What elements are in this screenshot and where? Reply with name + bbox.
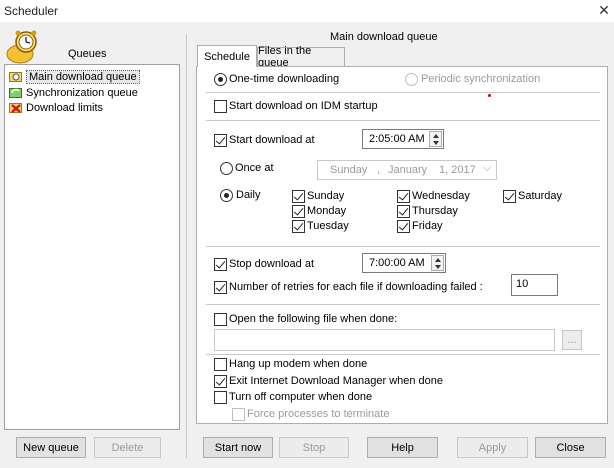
turn-off-checkbox[interactable]: [214, 391, 227, 404]
day-checkbox-thursday[interactable]: [397, 205, 410, 218]
queue-sync-icon: [9, 87, 23, 99]
stop-time-spinner[interactable]: [431, 255, 444, 271]
periodic-radio[interactable]: [405, 73, 418, 86]
spin-up-icon: [433, 134, 439, 138]
day-label-sunday: Sunday: [307, 190, 345, 202]
queue-main-icon: [9, 71, 23, 83]
date-day-year: 1, 2017: [439, 164, 476, 176]
indicator-dot: [488, 94, 491, 97]
spin-down-icon: [435, 265, 441, 269]
tab-files-in-queue[interactable]: Files in the queue: [257, 45, 345, 69]
stop-download-at-checkbox[interactable]: [214, 258, 227, 271]
turn-off-label: Turn off computer when done: [229, 391, 373, 403]
start-on-startup-label: Start download on IDM startup: [229, 100, 378, 112]
list-item-label: Main download queue: [26, 69, 140, 84]
spin-down-icon: [433, 141, 439, 145]
stop-button[interactable]: Stop: [279, 437, 349, 458]
one-time-label: One-time downloading: [229, 73, 340, 85]
force-terminate-label: Force processes to terminate: [247, 408, 390, 420]
divider: [206, 246, 600, 247]
retries-checkbox[interactable]: [214, 281, 227, 294]
start-time-spinner[interactable]: [429, 131, 442, 147]
open-file-checkbox[interactable]: [214, 313, 227, 326]
spin-up-icon: [435, 258, 441, 262]
title-bar: Scheduler ✕: [0, 0, 614, 22]
stop-time-input[interactable]: 7:00:00 AM: [362, 253, 446, 273]
date-separator: ,: [377, 164, 381, 176]
open-file-label: Open the following file when done:: [229, 313, 398, 325]
new-queue-button[interactable]: New queue: [16, 437, 86, 458]
help-button[interactable]: Help: [367, 437, 438, 458]
list-item-label: Synchronization queue: [26, 86, 138, 99]
day-checkbox-wednesday[interactable]: [397, 190, 410, 203]
window-title: Scheduler: [4, 4, 59, 18]
force-terminate-checkbox[interactable]: [232, 408, 245, 421]
browse-button[interactable]: ...: [562, 330, 582, 350]
start-time-input[interactable]: 2:05:00 AM: [362, 129, 444, 149]
daily-label: Daily: [236, 189, 261, 201]
start-download-at-label: Start download at: [229, 134, 315, 146]
open-file-path-input[interactable]: [214, 329, 555, 351]
start-on-startup-checkbox[interactable]: [214, 100, 227, 113]
tab-schedule[interactable]: Schedule: [197, 45, 257, 67]
queue-list[interactable]: Main download queue Synchronization queu…: [4, 64, 180, 430]
list-item-label: Download limits: [26, 101, 104, 114]
queues-label: Queues: [68, 48, 107, 60]
start-now-button[interactable]: Start now: [203, 437, 273, 458]
divider: [206, 354, 600, 355]
download-limits-icon: [9, 102, 23, 114]
pane-divider: [186, 34, 187, 458]
close-icon[interactable]: ✕: [596, 2, 612, 18]
day-checkbox-tuesday[interactable]: [292, 220, 305, 233]
close-button[interactable]: Close: [535, 437, 606, 458]
retries-label: Number of retries for each file if downl…: [229, 281, 483, 293]
queue-title: Main download queue: [330, 31, 438, 43]
day-checkbox-sunday[interactable]: [292, 190, 305, 203]
date-day: Sunday: [330, 164, 368, 176]
day-label-wednesday: Wednesday: [412, 190, 470, 202]
hang-up-checkbox[interactable]: [214, 358, 227, 371]
once-at-date-picker[interactable]: Sunday , January 1, 2017 ⌵: [317, 160, 497, 180]
date-month: January: [388, 164, 428, 176]
list-item-download-limits[interactable]: Download limits: [9, 100, 103, 115]
list-item-synchronization-queue[interactable]: Synchronization queue: [9, 85, 138, 100]
hang-up-label: Hang up modem when done: [229, 358, 368, 370]
retries-input[interactable]: 10: [511, 274, 558, 296]
divider: [206, 304, 600, 305]
start-time-value: 2:05:00 AM: [369, 133, 425, 145]
day-checkbox-friday[interactable]: [397, 220, 410, 233]
once-at-label: Once at: [235, 162, 274, 174]
start-download-at-checkbox[interactable]: [214, 134, 227, 147]
day-label-friday: Friday: [412, 220, 443, 232]
delete-queue-button[interactable]: Delete: [94, 437, 161, 458]
daily-radio[interactable]: [220, 189, 233, 202]
scheduler-clock-icon: [6, 30, 42, 64]
apply-button[interactable]: Apply: [457, 437, 528, 458]
day-label-tuesday: Tuesday: [307, 220, 349, 232]
one-time-radio[interactable]: [214, 73, 227, 86]
exit-idm-label: Exit Internet Download Manager when done: [229, 375, 444, 387]
exit-idm-checkbox[interactable]: [214, 375, 227, 388]
chevron-down-icon: ⌵: [483, 162, 492, 174]
divider: [206, 120, 600, 121]
divider: [206, 92, 600, 93]
day-label-saturday: Saturday: [518, 190, 563, 202]
retries-value: 10: [516, 278, 529, 290]
day-checkbox-saturday[interactable]: [503, 190, 516, 203]
stop-download-at-label: Stop download at: [229, 258, 315, 270]
periodic-label: Periodic synchronization: [421, 73, 541, 85]
day-checkbox-monday[interactable]: [292, 205, 305, 218]
day-label-thursday: Thursday: [412, 205, 458, 217]
day-label-monday: Monday: [307, 205, 347, 217]
once-at-radio[interactable]: [220, 162, 233, 175]
stop-time-value: 7:00:00 AM: [369, 257, 425, 269]
list-item-main-download-queue[interactable]: Main download queue: [9, 69, 140, 84]
